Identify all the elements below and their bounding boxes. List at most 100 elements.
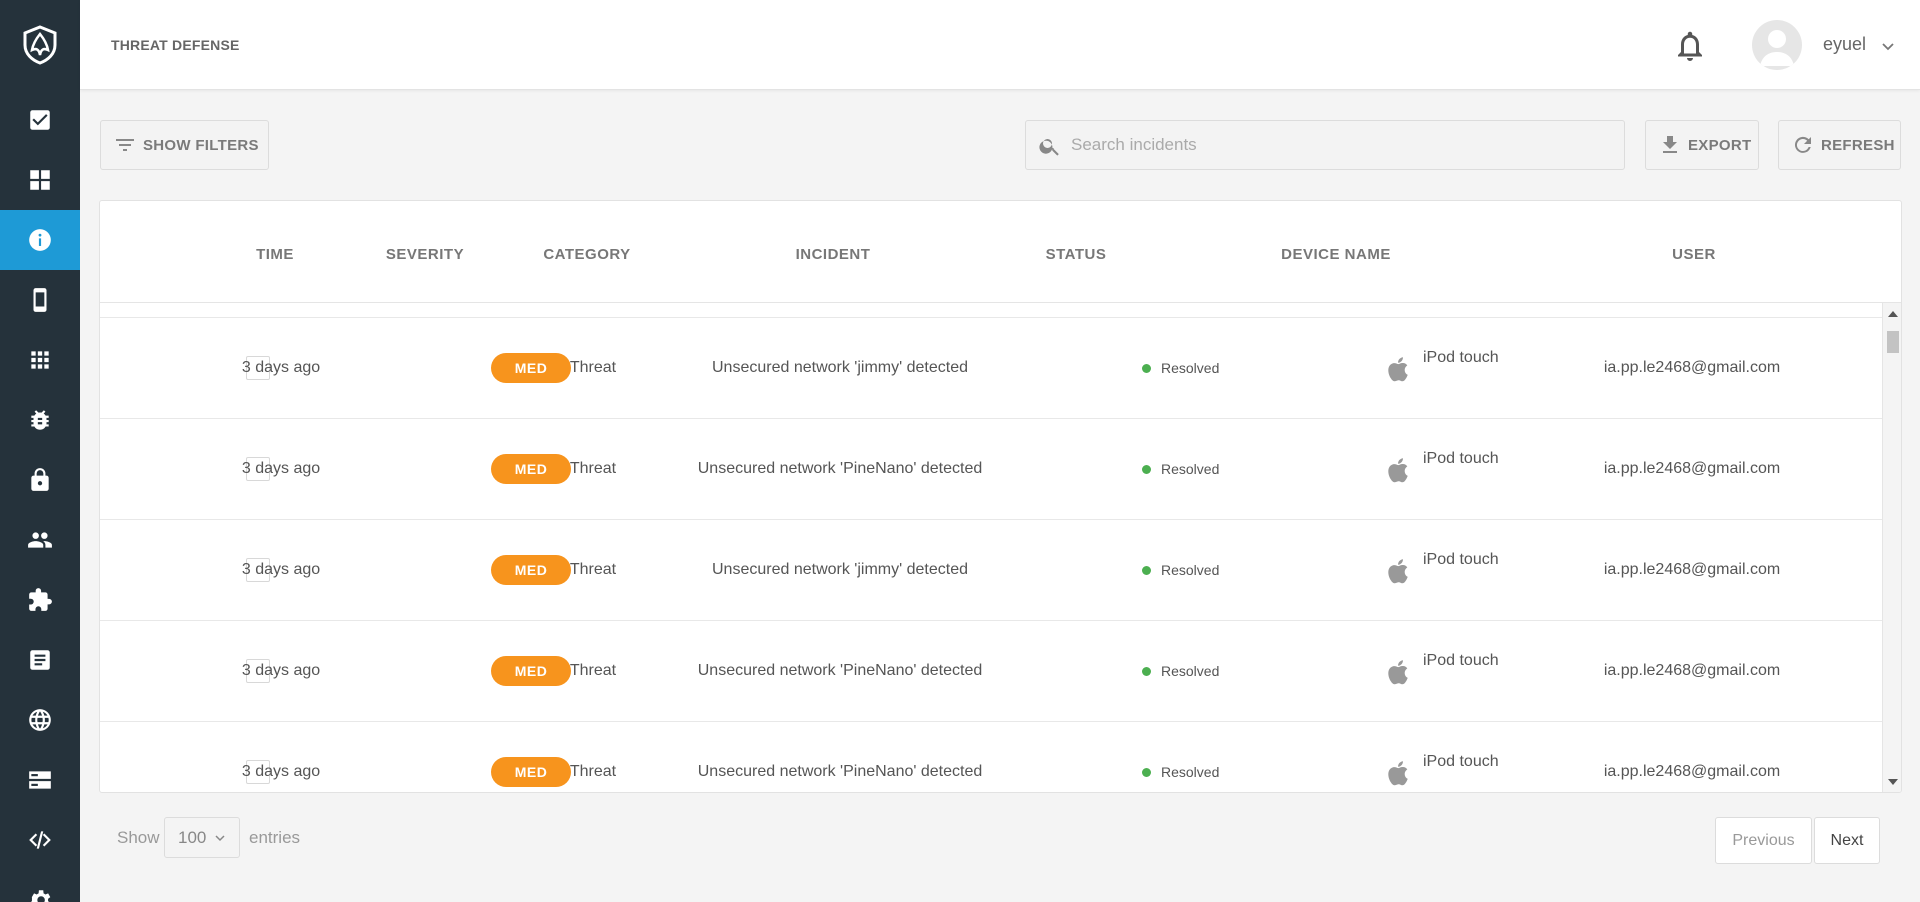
row-device: iPod touch	[1423, 551, 1499, 568]
table-header: TIME SEVERITY CATEGORY INCIDENT STATUS D…	[100, 201, 1901, 303]
username[interactable]: eyuel	[1823, 34, 1866, 55]
sidebar-item-users[interactable]	[0, 510, 80, 570]
table-scrollbar[interactable]	[1882, 303, 1901, 792]
row-device: iPod touch	[1423, 450, 1499, 467]
column-header-severity[interactable]: SEVERITY	[386, 246, 464, 263]
next-page-button[interactable]: Next	[1814, 817, 1880, 864]
row-category: Threat	[569, 763, 617, 780]
users-icon	[28, 532, 52, 548]
status-dot	[1142, 464, 1151, 474]
device-cell: iPod touch	[1385, 349, 1499, 383]
row-category: Threat	[569, 561, 617, 578]
dashboard-grid-icon	[30, 170, 50, 190]
apple-icon	[1388, 458, 1408, 483]
row-status: Resolved	[1161, 562, 1220, 578]
scroll-thumb[interactable]	[1887, 331, 1899, 353]
globe-icon	[29, 709, 51, 731]
search-icon	[1039, 139, 1059, 156]
apps-grid-icon	[31, 351, 49, 369]
code-icon	[29, 831, 51, 849]
table-row[interactable]: 3 days ago MED Threat Unsecured network …	[100, 418, 1882, 519]
table-row[interactable]: 3 days ago MED Threat Unsecured network …	[100, 721, 1882, 792]
device-cell: iPod touch	[1385, 652, 1499, 686]
row-category: Threat	[569, 460, 617, 477]
refresh-button[interactable]: REFRESH	[1778, 120, 1901, 170]
sidebar-item-integrations[interactable]	[0, 570, 80, 630]
refresh-icon	[1794, 136, 1811, 153]
sidebar	[0, 0, 80, 902]
row-device: iPod touch	[1423, 753, 1499, 770]
column-header-status[interactable]: STATUS	[1046, 246, 1107, 263]
notification-bell-icon[interactable]	[1672, 28, 1708, 64]
device-cell: iPod touch	[1385, 551, 1499, 585]
sidebar-item-reports[interactable]	[0, 630, 80, 690]
row-time: 3 days ago	[241, 561, 321, 578]
chevron-down-icon[interactable]	[1880, 38, 1896, 54]
sidebar-item-api[interactable]	[0, 810, 80, 870]
scroll-down-arrow-icon[interactable]	[1888, 779, 1898, 785]
severity-badge: MED	[491, 757, 571, 787]
previous-page-button[interactable]: Previous	[1715, 817, 1812, 864]
settings-icon	[30, 890, 51, 902]
page-title: THREAT DEFENSE	[111, 37, 240, 53]
sidebar-item-network[interactable]	[0, 690, 80, 750]
sidebar-item-settings[interactable]	[0, 870, 80, 902]
apple-icon	[1388, 761, 1408, 786]
show-filters-button[interactable]: SHOW FILTERS	[100, 120, 269, 170]
column-header-incident[interactable]: INCIDENT	[796, 246, 871, 263]
row-incident: Unsecured network 'jimmy' detected	[712, 359, 968, 376]
apple-icon	[1388, 660, 1408, 685]
severity-badge: MED	[491, 555, 571, 585]
page-size-value: 100	[178, 827, 207, 847]
row-user: ia.pp.le2468@gmail.com	[1603, 763, 1781, 780]
status-indicator: Resolved	[1142, 663, 1219, 679]
column-header-user[interactable]: USER	[1672, 246, 1716, 263]
sidebar-item-tasks[interactable]	[0, 90, 80, 150]
row-status: Resolved	[1161, 764, 1220, 780]
filter-icon	[116, 139, 134, 151]
sidebar-item-devices[interactable]	[0, 270, 80, 330]
status-indicator: Resolved	[1142, 360, 1219, 376]
avatar[interactable]	[1752, 20, 1802, 70]
row-category: Threat	[569, 359, 617, 376]
sidebar-item-incidents[interactable]	[0, 210, 80, 270]
severity-badge: MED	[491, 353, 571, 383]
severity-badge: MED	[491, 656, 571, 686]
table-row[interactable]: 3 days ago MED Threat Unsecured network …	[100, 317, 1882, 418]
sidebar-item-apps[interactable]	[0, 330, 80, 390]
table-row[interactable]: 3 days ago MED Threat Unsecured network …	[100, 620, 1882, 721]
show-label: Show	[117, 828, 160, 847]
incidents-table: TIME SEVERITY CATEGORY INCIDENT STATUS D…	[99, 200, 1902, 793]
column-header-time[interactable]: TIME	[256, 246, 294, 263]
row-user: ia.pp.le2468@gmail.com	[1603, 662, 1781, 679]
entries-label: entries	[249, 828, 301, 847]
scroll-up-arrow-icon[interactable]	[1888, 311, 1898, 317]
status-indicator: Resolved	[1142, 562, 1219, 578]
sidebar-item-servers[interactable]	[0, 750, 80, 810]
document-icon	[30, 650, 50, 670]
row-category: Threat	[569, 662, 617, 679]
row-incident: Unsecured network 'PineNano' detected	[697, 763, 983, 780]
device-cell: iPod touch	[1385, 753, 1499, 787]
column-header-category[interactable]: CATEGORY	[543, 246, 630, 263]
sidebar-item-dashboard[interactable]	[0, 150, 80, 210]
row-user: ia.pp.le2468@gmail.com	[1603, 561, 1781, 578]
top-header: THREAT DEFENSE eyuel	[80, 0, 1920, 90]
sidebar-item-threats[interactable]	[0, 390, 80, 450]
row-time: 3 days ago	[241, 359, 321, 376]
table-row[interactable]: 3 days ago MED Threat Unsecured network …	[100, 519, 1882, 620]
page-size-select[interactable]: 100	[164, 817, 240, 858]
sidebar-item-security[interactable]	[0, 450, 80, 510]
status-dot	[1142, 666, 1151, 676]
apple-icon	[1388, 559, 1408, 584]
status-indicator: Resolved	[1142, 764, 1219, 780]
severity-badge: MED	[491, 454, 571, 484]
search-input[interactable]	[1071, 121, 1611, 169]
row-status: Resolved	[1161, 461, 1220, 477]
status-dot	[1142, 767, 1151, 777]
shield-logo-icon[interactable]	[0, 0, 80, 90]
export-button[interactable]: EXPORT	[1645, 120, 1759, 170]
row-device: iPod touch	[1423, 349, 1499, 366]
chevron-down-icon	[215, 834, 225, 841]
column-header-device-name[interactable]: DEVICE NAME	[1281, 246, 1391, 263]
